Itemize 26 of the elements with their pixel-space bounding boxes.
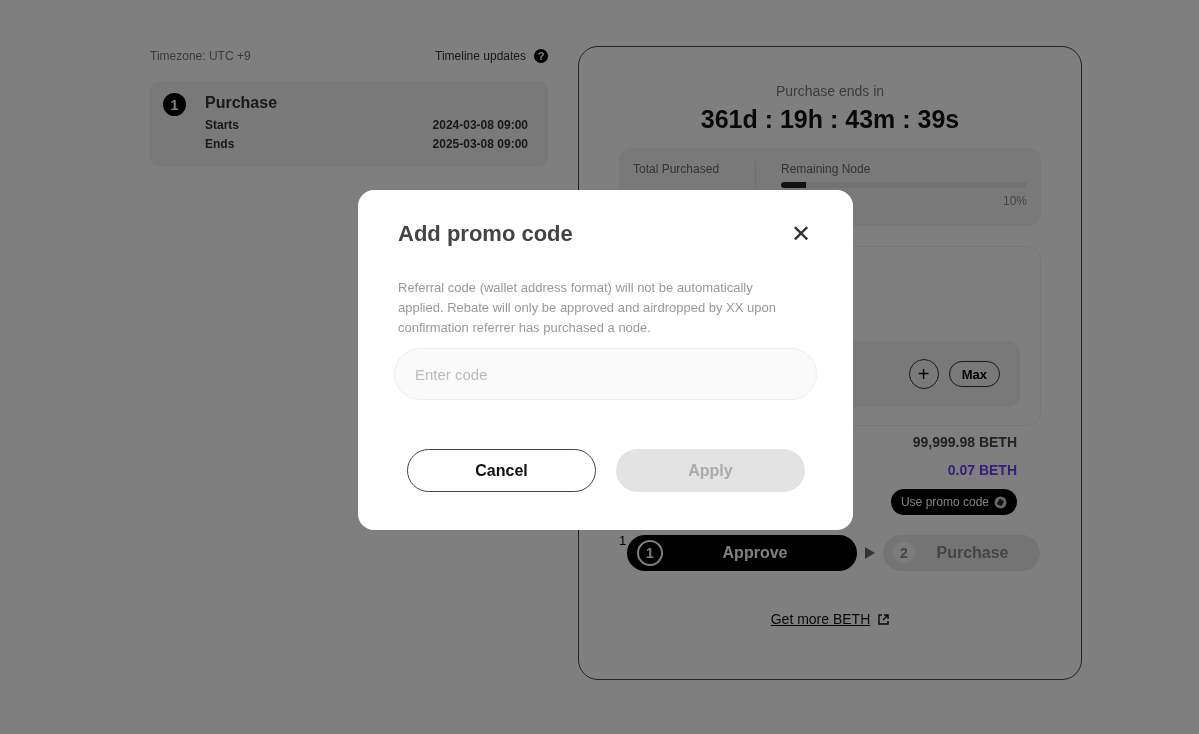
countdown-label: Purchase ends in bbox=[774, 83, 886, 99]
step-button[interactable]: 1 Approve bbox=[627, 535, 857, 571]
stat-label: Remaining Node bbox=[781, 162, 872, 176]
promo-code-button[interactable]: Use promo code bbox=[890, 489, 1017, 515]
phase-date: 2025-03-08 09:00 bbox=[432, 137, 528, 151]
phase-title: Purchase bbox=[205, 94, 279, 112]
phase-date: 2024-03-08 09:00 bbox=[432, 118, 528, 132]
dialog-title: Add promo code bbox=[398, 221, 573, 247]
dialog-description: Referral code (wallet address format) will not be automatically applied. Rebate will only be approved and airdropped by XX upon confirmation referrer has purchased a node. bbox=[398, 279, 777, 337]
timeline-updates-label: Timeline updates bbox=[435, 49, 526, 63]
help-icon[interactable]: ? bbox=[534, 49, 548, 63]
get-more-link[interactable]: Get more BETH bbox=[770, 611, 871, 627]
arrow-icon bbox=[865, 547, 875, 559]
stat-label: Total Purchased bbox=[633, 162, 720, 176]
promo-code-input[interactable]: Enter code bbox=[394, 348, 817, 400]
phase-label: Starts bbox=[205, 118, 239, 132]
price-amount: 0.07 BETH bbox=[947, 462, 1017, 478]
step-number-badge: 1 bbox=[163, 93, 186, 116]
external-link-icon bbox=[878, 613, 890, 625]
timezone-label: Timezone: UTC +9 bbox=[150, 49, 251, 63]
cancel-button[interactable]: Cancel bbox=[407, 449, 596, 492]
balance-amount: 99,999.98 BETH bbox=[912, 434, 1017, 450]
close-button[interactable]: ✕ bbox=[785, 220, 817, 248]
countdown-timer: 361d : 19h : 43m : 39s bbox=[699, 105, 961, 134]
phase-label: Ends bbox=[205, 137, 235, 151]
step-note: 1 bbox=[619, 533, 627, 548]
